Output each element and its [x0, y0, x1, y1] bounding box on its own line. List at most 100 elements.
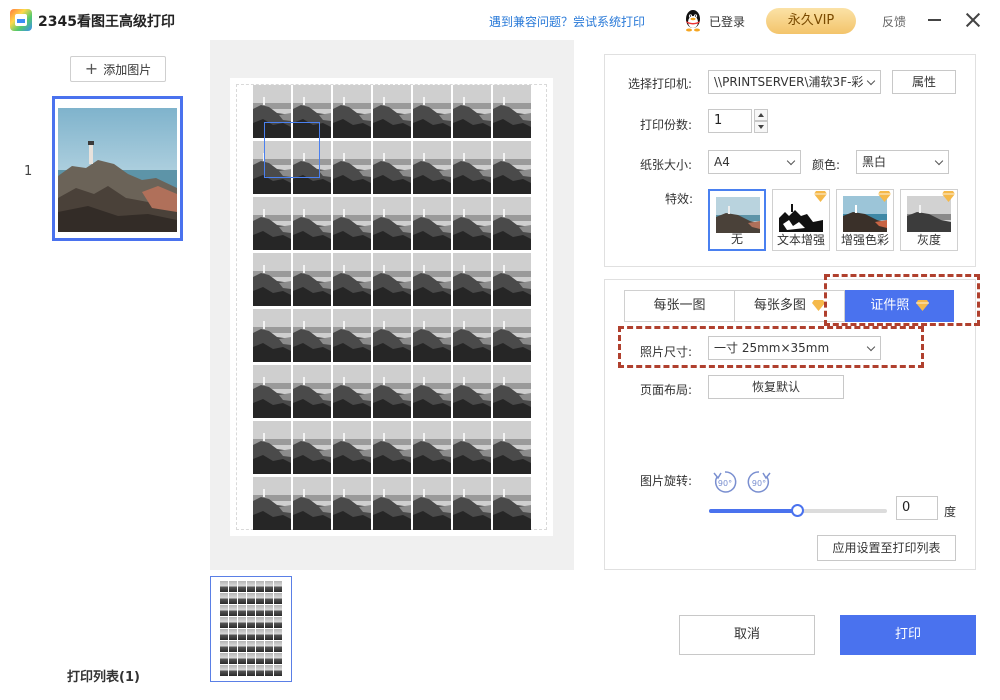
color-value: 黑白 [862, 155, 887, 169]
mini-photo-cell [238, 593, 246, 604]
printer-select[interactable]: \\PRINTSERVER\浦软3F-彩 [708, 70, 881, 94]
mini-photo-cell [220, 605, 228, 616]
mini-photo-cell [274, 605, 282, 616]
apply-to-print-list-button[interactable]: 应用设置至打印列表 [817, 535, 956, 561]
effect-none-label: 无 [730, 232, 743, 246]
id-photo-cell [493, 85, 531, 138]
id-photo-cell [333, 365, 371, 418]
id-photo-cell [453, 477, 491, 530]
mini-photo-cell [256, 641, 264, 652]
id-photo-tab-highlight [824, 274, 980, 326]
mini-photo-cell [274, 593, 282, 604]
id-photo-cell [493, 309, 531, 362]
rotate-left-icon[interactable]: 90° [711, 468, 739, 496]
mini-photo-cell [247, 593, 255, 604]
color-select[interactable]: 黑白 [856, 150, 949, 174]
mini-photo-cell [274, 641, 282, 652]
effect-none-preview [716, 197, 760, 233]
mini-photo-cell [229, 593, 237, 604]
id-photo-cell [333, 141, 371, 194]
mini-photo-cell [220, 641, 228, 652]
id-photo-cell [253, 309, 291, 362]
mini-photo-cell [229, 641, 237, 652]
mini-photo-cell [238, 665, 246, 676]
app-title: 2345看图王高级打印 [38, 14, 175, 30]
id-photo-cell [493, 141, 531, 194]
image-thumbnail[interactable] [52, 96, 183, 241]
id-photo-cell [333, 309, 371, 362]
id-photo-cell [293, 253, 331, 306]
page-thumbnail-strip [210, 575, 574, 685]
effect-text-enhance[interactable]: 文本增强 [772, 189, 830, 251]
mini-photo-cell [238, 617, 246, 628]
add-image-button[interactable]: + 添加图片 [70, 56, 166, 82]
mini-photo-cell [220, 617, 228, 628]
id-photo-cell [413, 365, 451, 418]
id-photo-cell [413, 197, 451, 250]
mini-photo-cell [265, 617, 273, 628]
effect-text-enhance-label: 文本增强 [776, 233, 825, 247]
mini-photo-cell [265, 581, 273, 592]
mini-photo-cell [265, 653, 273, 664]
id-photo-cell [253, 421, 291, 474]
photo-selection-box[interactable] [264, 122, 320, 178]
mini-photo-cell [247, 581, 255, 592]
paper-size-select[interactable]: A4 [708, 150, 801, 174]
cancel-button[interactable]: 取消 [679, 615, 815, 655]
print-button[interactable]: 打印 [840, 615, 976, 655]
mini-photo-cell [229, 605, 237, 616]
effect-color-enhance[interactable]: 增强色彩 [836, 189, 894, 251]
rotate-right-label: 90° [752, 479, 766, 488]
id-photo-cell [373, 85, 411, 138]
id-photo-cell [293, 365, 331, 418]
system-print-link[interactable]: 遇到兼容问题？尝试系统打印 [489, 13, 645, 30]
rotation-input[interactable]: 0 [896, 496, 938, 520]
print-settings-panel: 选择打印机: \\PRINTSERVER\浦软3F-彩 属性 打印份数: 1 纸… [604, 54, 976, 267]
login-status: 已登录 [709, 15, 746, 29]
copies-increment-icon[interactable] [754, 109, 768, 121]
copies-decrement-icon[interactable] [754, 121, 768, 133]
mini-photo-cell [247, 605, 255, 616]
mini-photo-cell [229, 581, 237, 592]
rotation-label: 图片旋转: [640, 474, 693, 488]
id-photo-cell [493, 365, 531, 418]
copies-input[interactable]: 1 [708, 109, 752, 133]
mini-photo-cell [247, 653, 255, 664]
minimize-icon[interactable] [928, 19, 941, 21]
page-thumbnail[interactable] [210, 576, 292, 682]
close-icon[interactable] [965, 12, 981, 28]
mini-photo-cell [274, 665, 282, 676]
image-index: 1 [24, 164, 33, 179]
mini-photo-cell [229, 617, 237, 628]
effect-none[interactable]: 无 [708, 189, 766, 251]
photo-size-highlight [618, 326, 924, 368]
rotate-right-icon[interactable]: 90° [745, 468, 773, 496]
preview-page [230, 78, 553, 536]
properties-button[interactable]: 属性 [892, 70, 956, 94]
id-photo-cell [333, 85, 371, 138]
page-layout-label: 页面布局: [640, 383, 693, 397]
mini-photo-cell [229, 653, 237, 664]
mini-photo-cell [220, 653, 228, 664]
mini-photo-cell [256, 653, 264, 664]
vip-button[interactable]: 永久VIP [766, 8, 856, 34]
id-photo-cell [373, 309, 411, 362]
id-photo-cell [253, 197, 291, 250]
id-photo-cell [413, 421, 451, 474]
paper-size-label: 纸张大小: [640, 158, 693, 172]
mini-photo-cell [229, 629, 237, 640]
mini-photo-cell [256, 629, 264, 640]
lighthouse-photo [58, 108, 177, 232]
rotation-slider-thumb[interactable] [791, 504, 804, 517]
feedback-link[interactable]: 反馈 [882, 13, 906, 30]
restore-default-button[interactable]: 恢复默认 [708, 375, 844, 399]
mini-photo-cell [274, 629, 282, 640]
id-photo-cell [453, 253, 491, 306]
effects-label: 特效: [665, 192, 694, 206]
id-photo-cell [333, 197, 371, 250]
mini-photo-cell [220, 581, 228, 592]
tab-one-per-page[interactable]: 每张一图 [624, 290, 735, 322]
effect-grayscale[interactable]: 灰度 [900, 189, 958, 251]
id-photo-cell [413, 253, 451, 306]
mini-photo-cell [238, 641, 246, 652]
